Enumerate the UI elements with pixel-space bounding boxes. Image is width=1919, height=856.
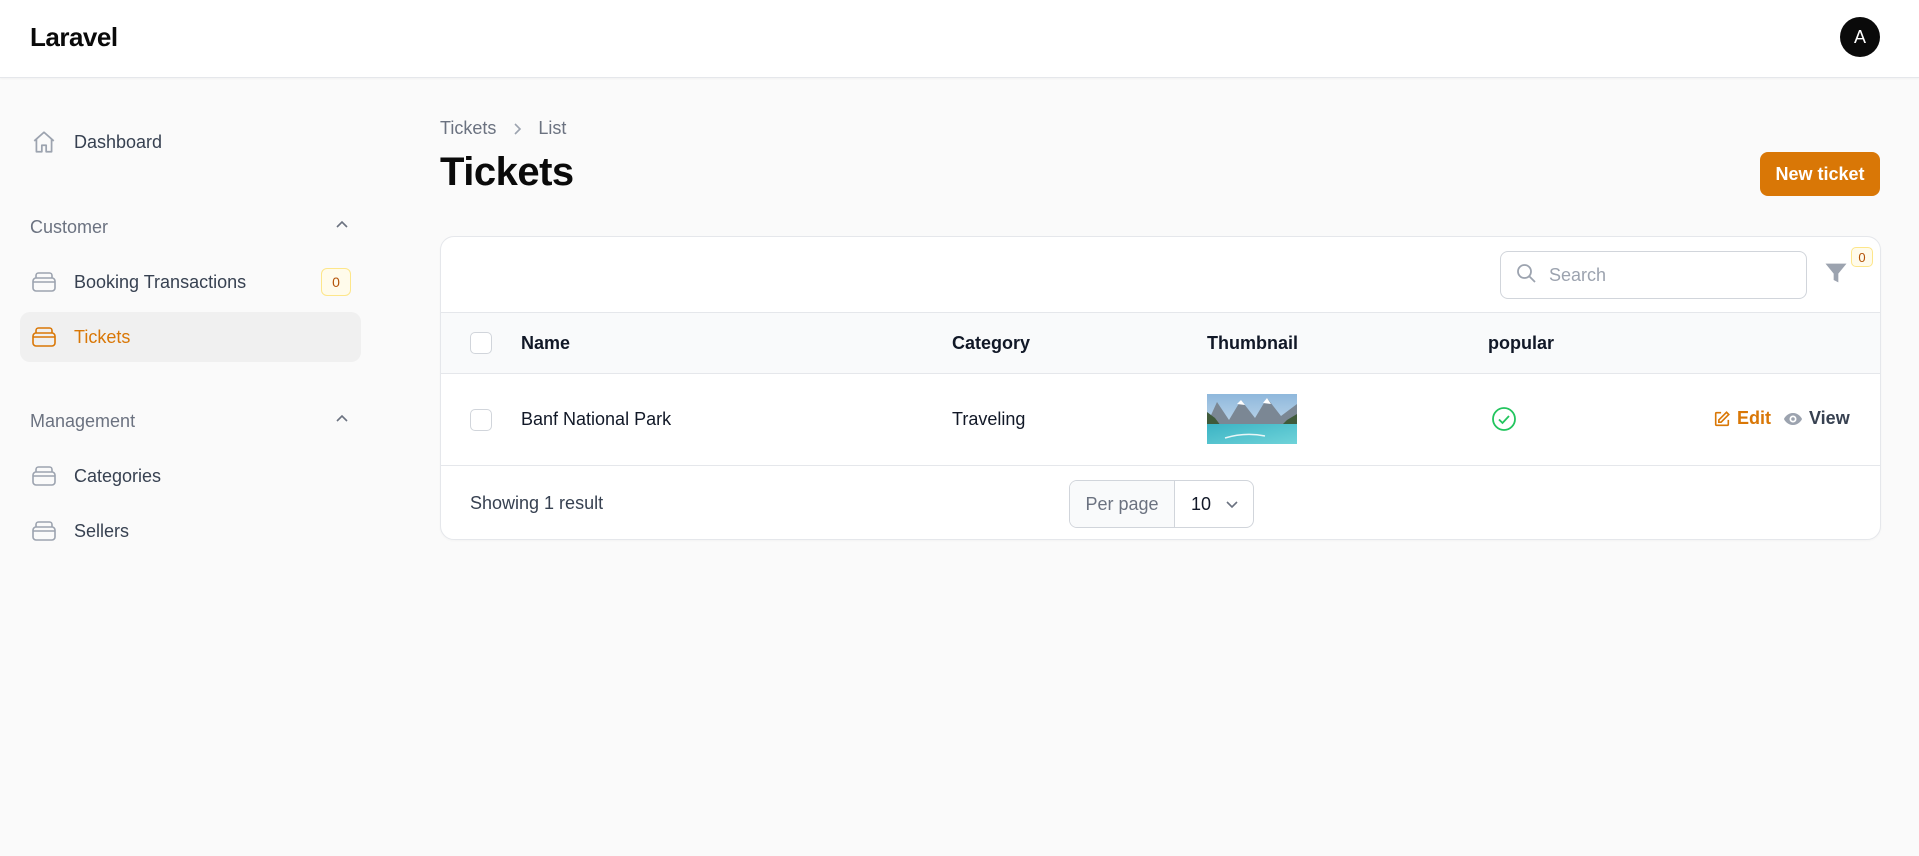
sidebar-group-label: Management bbox=[30, 410, 136, 431]
cell-category: Traveling bbox=[952, 409, 1026, 429]
stack-icon bbox=[30, 268, 58, 296]
per-page-label: Per page bbox=[1070, 481, 1175, 527]
stack-icon bbox=[30, 323, 58, 351]
results-count: Showing 1 result bbox=[470, 493, 604, 513]
sidebar-item-booking-transactions[interactable]: Booking Transactions 0 bbox=[20, 257, 361, 307]
sidebar-item-label: Sellers bbox=[74, 520, 130, 541]
edit-icon bbox=[1713, 410, 1731, 428]
table-footer: Showing 1 result Per page 10 bbox=[441, 466, 1880, 539]
sidebar-group-management[interactable]: Management bbox=[30, 406, 350, 436]
chevron-up-icon bbox=[334, 411, 350, 432]
tickets-table: 0 Name Category Thumbnail popular Banf N… bbox=[440, 236, 1881, 540]
home-icon bbox=[30, 128, 58, 156]
sidebar-item-label: Categories bbox=[74, 465, 162, 486]
select-all-checkbox[interactable] bbox=[470, 332, 492, 354]
cell-name: Banf National Park bbox=[521, 409, 672, 429]
sidebar-item-tickets[interactable]: Tickets bbox=[20, 312, 361, 362]
chevron-up-icon bbox=[334, 217, 350, 238]
view-action[interactable]: View bbox=[1783, 408, 1850, 429]
sidebar-item-categories[interactable]: Categories bbox=[20, 451, 361, 501]
top-bar: Laravel A bbox=[0, 0, 1919, 78]
brand-logo[interactable]: Laravel bbox=[30, 22, 118, 53]
stack-icon bbox=[30, 517, 58, 545]
sidebar-group-label: Customer bbox=[30, 216, 109, 237]
per-page-control: Per page 10 bbox=[1069, 480, 1254, 528]
column-header-name[interactable]: Name bbox=[521, 333, 570, 354]
table-row[interactable]: Banf National Park Traveling Edit View bbox=[441, 374, 1880, 466]
view-label: View bbox=[1809, 408, 1850, 428]
filter-count-badge: 0 bbox=[1851, 247, 1873, 267]
sidebar-item-label: Tickets bbox=[74, 326, 131, 347]
breadcrumb: Tickets List bbox=[440, 118, 566, 139]
per-page-select[interactable]: 10 bbox=[1175, 481, 1253, 527]
column-header-thumbnail: Thumbnail bbox=[1207, 333, 1298, 353]
stack-icon bbox=[30, 462, 58, 490]
row-checkbox[interactable] bbox=[470, 409, 492, 431]
edit-label: Edit bbox=[1737, 408, 1771, 428]
sidebar-item-label: Dashboard bbox=[74, 131, 163, 152]
sidebar-item-label: Booking Transactions bbox=[74, 271, 247, 292]
chevron-right-icon bbox=[510, 122, 524, 136]
edit-action[interactable]: Edit bbox=[1713, 408, 1771, 429]
search-input[interactable] bbox=[1549, 264, 1789, 286]
per-page-value: 10 bbox=[1191, 493, 1212, 514]
chevron-down-icon bbox=[1225, 497, 1239, 511]
search-box[interactable] bbox=[1500, 251, 1807, 299]
count-badge: 0 bbox=[321, 268, 351, 296]
sidebar: Dashboard Customer Booking Transactions … bbox=[0, 78, 380, 856]
column-header-popular: popular bbox=[1488, 333, 1554, 353]
thumbnail-image bbox=[1207, 394, 1297, 444]
sidebar-item-sellers[interactable]: Sellers bbox=[20, 506, 361, 556]
page-title: Tickets bbox=[440, 150, 574, 194]
sidebar-group-customer[interactable]: Customer bbox=[30, 212, 350, 242]
popular-check-icon bbox=[1491, 406, 1517, 437]
search-icon bbox=[1515, 262, 1537, 289]
new-ticket-button[interactable]: New ticket bbox=[1760, 152, 1880, 196]
eye-icon bbox=[1783, 411, 1803, 427]
table-header: Name Category Thumbnail popular bbox=[441, 313, 1880, 374]
filter-icon[interactable] bbox=[1822, 259, 1854, 291]
user-avatar[interactable]: A bbox=[1840, 17, 1880, 57]
sidebar-item-dashboard[interactable]: Dashboard bbox=[20, 117, 361, 167]
breadcrumb-item-tickets[interactable]: Tickets bbox=[440, 118, 496, 139]
column-header-category[interactable]: Category bbox=[952, 333, 1030, 354]
table-toolbar: 0 bbox=[441, 237, 1880, 313]
breadcrumb-item-list[interactable]: List bbox=[538, 118, 566, 139]
